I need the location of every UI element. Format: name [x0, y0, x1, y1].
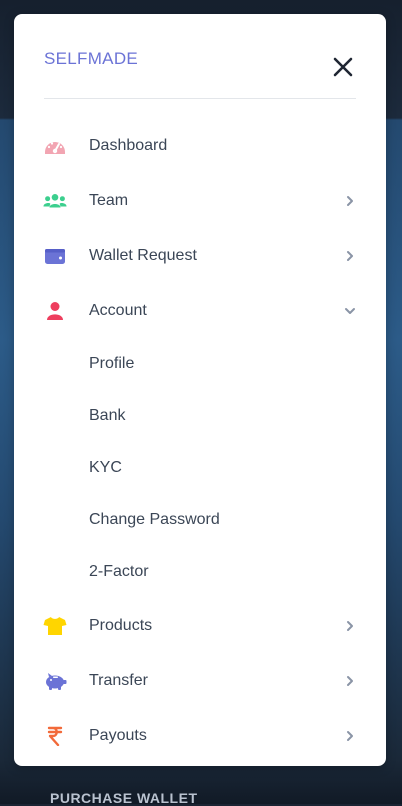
close-icon [333, 57, 353, 77]
sidebar-item-wallet-request[interactable]: Wallet Request [14, 228, 386, 283]
sidebar-item-transfer[interactable]: Transfer [14, 653, 386, 708]
sidebar-item-account[interactable]: Account [14, 283, 386, 338]
brand-logo-text: SELFMADE [44, 49, 139, 68]
wallet-icon [43, 246, 67, 266]
submenu-item-change-password[interactable]: Change Password [14, 494, 386, 546]
users-icon [43, 191, 67, 211]
sidebar-item-team[interactable]: Team [14, 173, 386, 228]
sidebar-item-dashboard[interactable]: Dashboard [14, 118, 386, 173]
rupee-icon [43, 726, 67, 746]
submenu-item-2-factor[interactable]: 2-Factor [14, 546, 386, 598]
chevron-right-icon [347, 620, 353, 631]
header-divider [44, 98, 356, 99]
piggy-bank-icon [43, 671, 67, 691]
chevron-down-icon [345, 307, 355, 314]
submenu-item-label: Bank [89, 407, 126, 424]
submenu-item-kyc[interactable]: KYC [14, 442, 386, 494]
chevron-right-icon [347, 250, 353, 261]
chevron-right-icon [347, 730, 353, 741]
sidebar-menu: Dashboard Team Wallet Request Account Pr… [14, 118, 386, 763]
sidebar-item-label: Dashboard [89, 136, 168, 154]
chevron-right-icon [347, 195, 353, 206]
chevron-right-icon [347, 675, 353, 686]
user-icon [43, 301, 67, 321]
sidebar-item-label: Account [89, 301, 147, 319]
close-button[interactable] [330, 54, 356, 80]
sidebar-item-label: Transfer [89, 671, 148, 689]
submenu-item-label: Change Password [89, 511, 220, 528]
tshirt-icon [43, 616, 67, 636]
sidebar-item-payouts[interactable]: Payouts [14, 708, 386, 763]
submenu-item-label: KYC [89, 459, 122, 476]
submenu-item-profile[interactable]: Profile [14, 338, 386, 390]
sidebar-item-label: Payouts [89, 726, 147, 744]
speedometer-icon [43, 136, 67, 156]
sidebar-item-label: Team [89, 191, 129, 209]
sidebar-item-label: Wallet Request [89, 246, 197, 264]
sidebar-item-products[interactable]: Products [14, 598, 386, 653]
sidebar-item-label: Products [89, 616, 153, 634]
submenu-item-bank[interactable]: Bank [14, 390, 386, 442]
submenu-item-label: 2-Factor [89, 563, 149, 580]
submenu-item-label: Profile [89, 355, 135, 372]
sidebar-drawer: SELFMADE Dashboard Team Wallet Request A… [14, 14, 386, 766]
